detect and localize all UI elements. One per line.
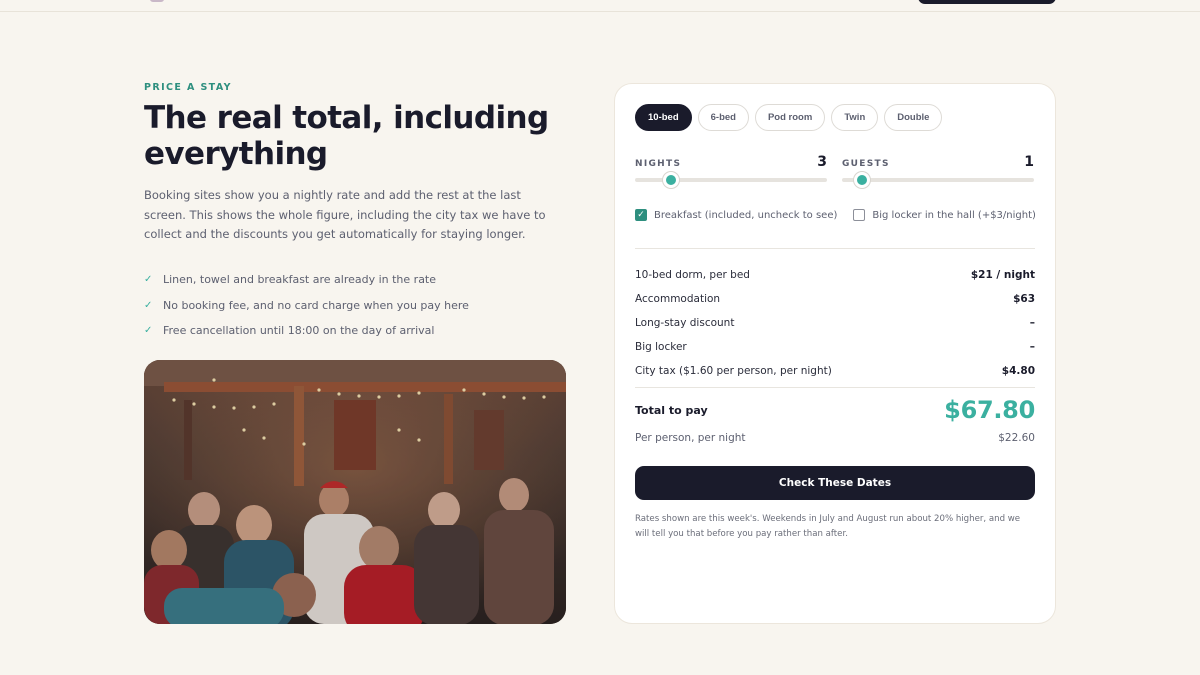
- tab-pod-room[interactable]: Pod room: [754, 104, 826, 131]
- total-row: Total to pay $67.80: [635, 396, 1035, 424]
- price-line-amount: $21 / night: [970, 269, 1035, 281]
- check-icon: ✓: [144, 274, 153, 286]
- price-line-amount: –: [1029, 341, 1035, 353]
- tab-twin[interactable]: Twin: [831, 104, 879, 131]
- crowd-photo: [144, 360, 566, 624]
- feature-label: Linen, towel and breakfast are already i…: [163, 273, 437, 287]
- feature-item: ✓ Linen, towel and breakfast are already…: [144, 267, 564, 293]
- tab-6-bed[interactable]: 6-bed: [697, 104, 749, 131]
- price-line: City tax ($1.60 per person, per night) $…: [635, 359, 1035, 383]
- per-person-row: Per person, per night $22.60: [635, 432, 1035, 444]
- big-locker-checkbox[interactable]: [853, 209, 866, 221]
- per-person-amount: $22.60: [998, 432, 1035, 444]
- guests-slider-handle[interactable]: [854, 172, 870, 188]
- page-title: The real total, including everything: [144, 100, 549, 172]
- nights-value: 3: [817, 154, 827, 170]
- feature-label: Free cancellation until 18:00 on the day…: [163, 324, 435, 338]
- price-line: Big locker –: [635, 335, 1035, 359]
- feature-list: ✓ Linen, towel and breakfast are already…: [144, 267, 564, 344]
- divider: [635, 387, 1035, 388]
- guests-slider-group: GUESTS 1: [842, 154, 1034, 188]
- price-line-label: Accommodation: [635, 293, 721, 305]
- feature-item: ✓ No booking fee, and no card charge whe…: [144, 293, 564, 319]
- price-breakdown: 10-bed dorm, per bed $21 / night Accommo…: [635, 263, 1035, 383]
- nights-slider-group: NIGHTS 3: [635, 154, 827, 188]
- breakfast-checkbox[interactable]: ✓: [635, 209, 647, 221]
- feature-item: ✓ Free cancellation until 18:00 on the d…: [144, 318, 564, 344]
- price-line-amount: $4.80: [1001, 365, 1035, 377]
- intro-paragraph: Booking sites show you a nightly rate an…: [144, 188, 546, 241]
- extras-options: ✓ Breakfast (included, uncheck to see) B…: [635, 209, 1036, 221]
- nights-slider-handle[interactable]: [663, 172, 680, 188]
- logo[interactable]: [150, 0, 164, 2]
- guests-value: 1: [1024, 154, 1034, 170]
- price-line: Accommodation $63: [635, 287, 1035, 311]
- tab-double[interactable]: Double: [884, 104, 943, 131]
- big-locker-option[interactable]: Big locker in the hall (+$3/night): [853, 209, 1036, 221]
- price-line-label: Long-stay discount: [635, 317, 735, 329]
- breakfast-label: Breakfast (included, uncheck to see): [654, 209, 838, 221]
- total-amount: $67.80: [944, 396, 1035, 424]
- guests-label: GUESTS: [842, 159, 890, 169]
- top-nav-bar: [0, 0, 1200, 12]
- section-eyebrow: PRICE A STAY: [144, 82, 232, 93]
- price-line-label: Big locker: [635, 341, 687, 353]
- nights-slider[interactable]: [635, 172, 827, 188]
- guests-slider[interactable]: [842, 172, 1034, 188]
- price-line: Long-stay discount –: [635, 311, 1035, 335]
- check-icon: ✓: [144, 299, 153, 311]
- nav-cta-button[interactable]: [918, 0, 1056, 4]
- big-locker-label: Big locker in the hall (+$3/night): [872, 209, 1036, 221]
- price-line: 10-bed dorm, per bed $21 / night: [635, 263, 1035, 287]
- rates-note: Rates shown are this week's. Weekends in…: [635, 514, 1021, 539]
- price-line-label: City tax ($1.60 per person, per night): [635, 365, 832, 377]
- feature-label: No booking fee, and no card charge when …: [163, 298, 469, 312]
- nights-label: NIGHTS: [635, 159, 682, 169]
- price-calculator-card: 10-bed 6-bed Pod room Twin Double NIGHTS…: [614, 83, 1056, 624]
- breakfast-option[interactable]: ✓ Breakfast (included, uncheck to see): [635, 209, 837, 221]
- room-type-tabs: 10-bed 6-bed Pod room Twin Double: [635, 104, 943, 131]
- per-person-label: Per person, per night: [635, 432, 746, 444]
- price-line-amount: –: [1029, 317, 1035, 329]
- divider: [635, 248, 1035, 249]
- check-icon: ✓: [144, 325, 153, 337]
- check-dates-button[interactable]: Check These Dates: [635, 466, 1035, 500]
- price-line-label: 10-bed dorm, per bed: [635, 269, 750, 281]
- tab-10-bed[interactable]: 10-bed: [635, 104, 692, 131]
- price-line-amount: $63: [1013, 293, 1035, 305]
- total-label: Total to pay: [635, 403, 708, 417]
